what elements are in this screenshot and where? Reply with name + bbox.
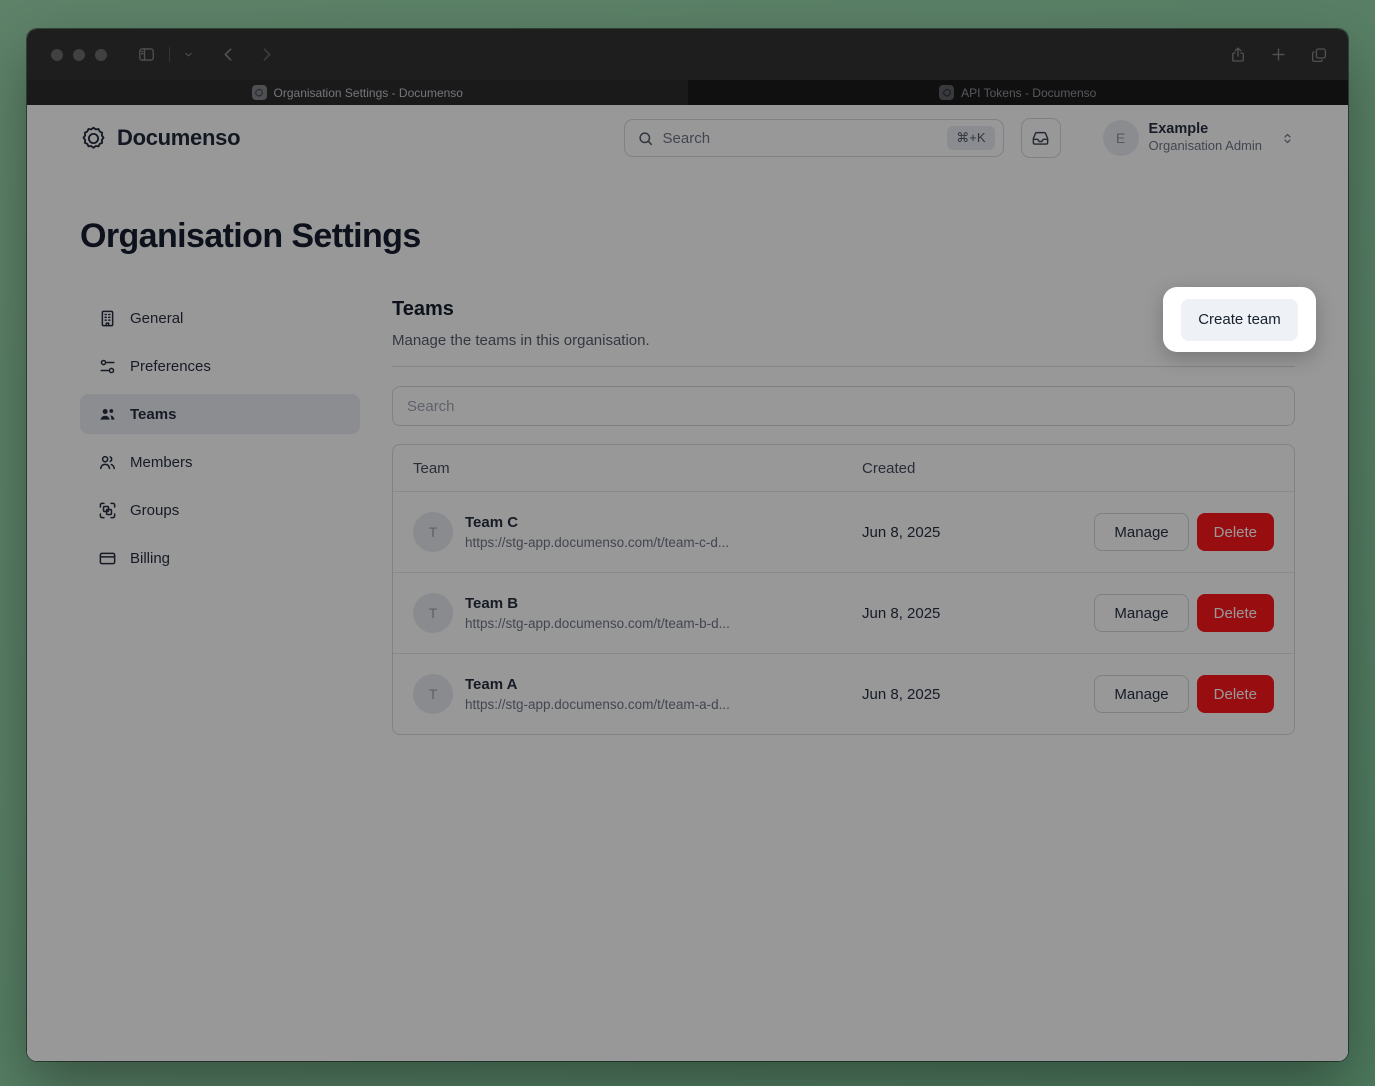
dim-overlay: [27, 29, 1348, 1061]
spotlight-highlight: Create team: [1163, 287, 1316, 352]
create-team-button[interactable]: Create team: [1181, 299, 1298, 341]
browser-window: Organisation Settings - Documenso API To…: [27, 29, 1348, 1061]
